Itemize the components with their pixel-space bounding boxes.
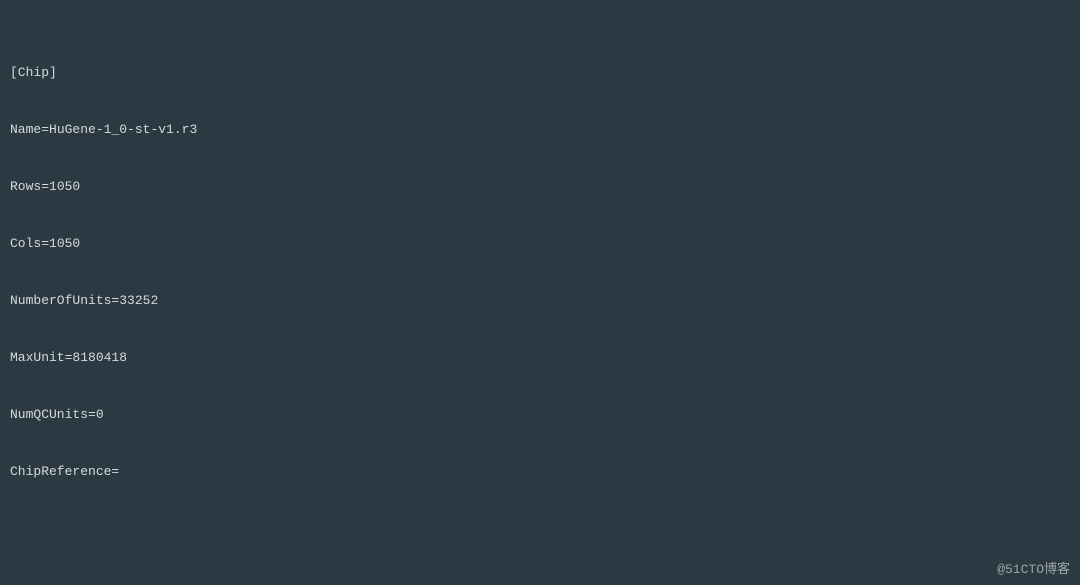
terminal-output: [Chip] Name=HuGene-1_0-st-v1.r3 Rows=105… [0, 0, 1080, 585]
chip-field-rows: Rows=1050 [10, 177, 1070, 196]
chip-field-numqc: NumQCUnits=0 [10, 405, 1070, 424]
chip-field-cols: Cols=1050 [10, 234, 1070, 253]
chip-field-maxunit: MaxUnit=8180418 [10, 348, 1070, 367]
chip-field-chipref: ChipReference= [10, 462, 1070, 481]
watermark-text: @51CTO博客 [997, 560, 1070, 579]
chip-section-header: [Chip] [10, 63, 1070, 82]
chip-field-numunits: NumberOfUnits=33252 [10, 291, 1070, 310]
blank-line [10, 519, 1070, 538]
chip-field-name: Name=HuGene-1_0-st-v1.r3 [10, 120, 1070, 139]
